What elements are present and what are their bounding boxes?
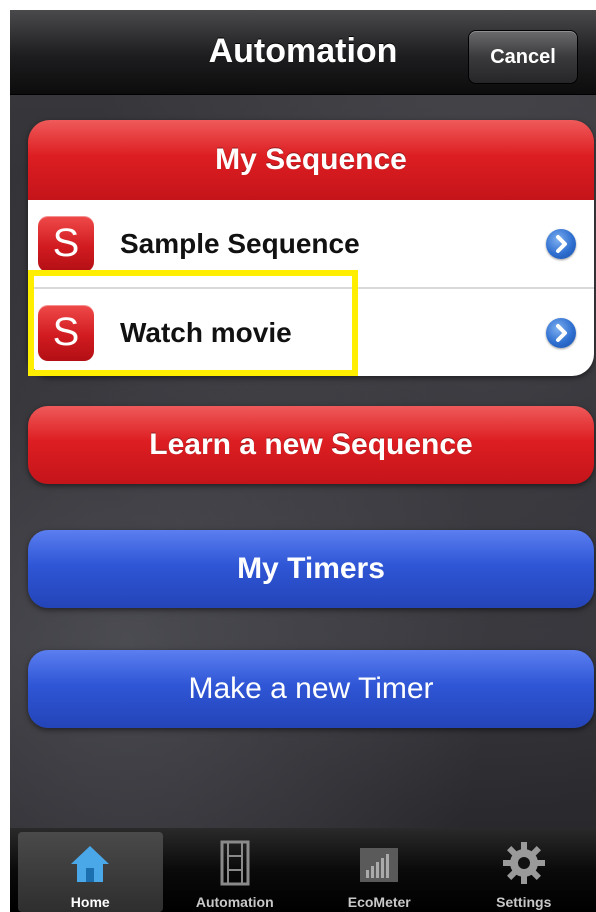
tab-label: EcoMeter (347, 894, 411, 910)
bar-meter-icon (360, 848, 399, 882)
disclosure-arrow-icon[interactable] (546, 318, 576, 348)
sequence-icon: S (38, 215, 94, 272)
sequence-icon: S (38, 304, 94, 361)
my-sequence-group: My Sequence S Sample Sequence S Watch mo… (28, 120, 594, 376)
tab-label: Home (70, 894, 110, 910)
gear-icon (502, 842, 545, 884)
sequence-label: Sample Sequence (120, 227, 360, 259)
app-screen: Automation Cancel My Sequence S Sample S… (10, 10, 596, 912)
sequence-row-watch-movie[interactable]: S Watch movie (28, 287, 594, 376)
tab-ecometer[interactable]: EcoMeter (307, 828, 452, 912)
disclosure-arrow-icon[interactable] (546, 229, 576, 259)
tab-home[interactable]: Home (18, 832, 163, 912)
navigation-bar: Automation Cancel (10, 10, 596, 95)
sequence-row-sample[interactable]: S Sample Sequence (28, 200, 594, 287)
sequence-label: Watch movie (120, 316, 292, 348)
tab-bar: Home Automation EcoMeter Settings (10, 828, 596, 912)
tab-label: Automation (195, 894, 274, 910)
tab-automation[interactable]: Automation (163, 828, 308, 912)
home-icon (71, 846, 110, 882)
tab-label: Settings (496, 894, 552, 910)
my-sequence-header[interactable]: My Sequence (28, 120, 594, 200)
cancel-button[interactable]: Cancel (468, 30, 578, 84)
tab-settings[interactable]: Settings (452, 828, 596, 912)
film-icon (220, 840, 250, 886)
make-new-timer-button[interactable]: Make a new Timer (28, 650, 594, 728)
my-timers-button[interactable]: My Timers (28, 530, 594, 608)
learn-new-sequence-button[interactable]: Learn a new Sequence (28, 406, 594, 484)
